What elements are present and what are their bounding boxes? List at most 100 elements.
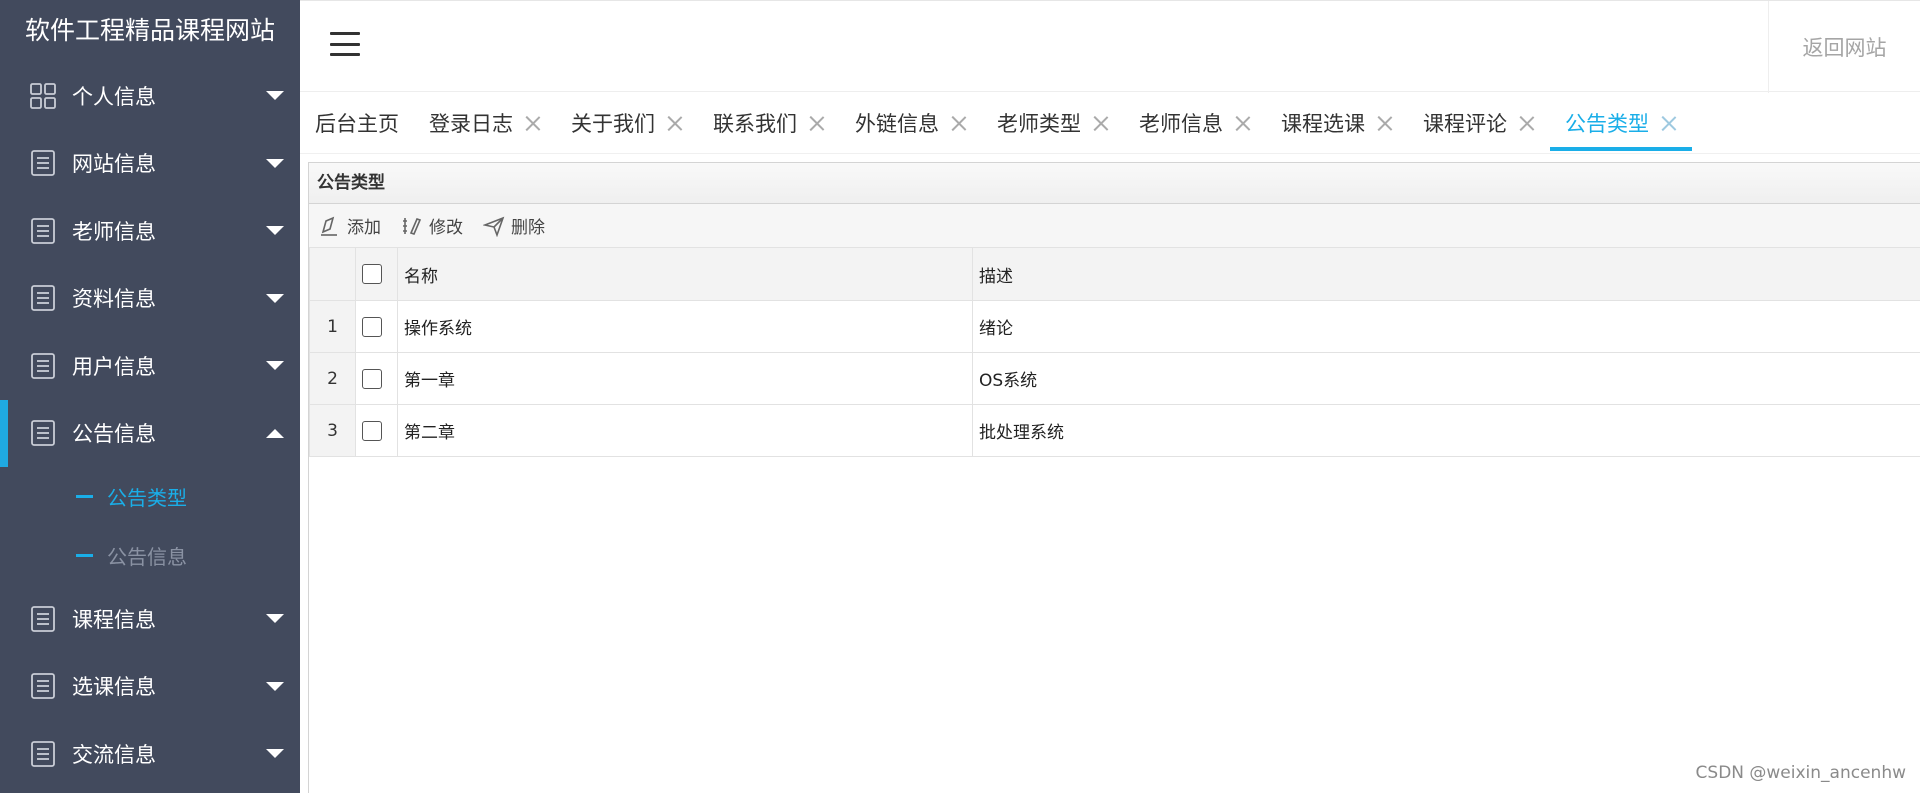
sidebar-item-label: 课程信息 [72, 607, 156, 632]
sidebar-subitem-announcement-type[interactable]: 公告类型 [0, 467, 300, 526]
row-checkbox[interactable] [362, 316, 382, 337]
tab-login-log[interactable]: 登录日志 [414, 92, 556, 153]
add-label: 添加 [347, 218, 381, 238]
top-header: 返回网站 [300, 0, 1920, 93]
close-icon[interactable] [951, 115, 967, 131]
row-checkbox-cell [355, 404, 398, 457]
select-all-cell [355, 247, 398, 301]
sidebar-item-website[interactable]: 网站信息 [0, 130, 300, 198]
sidebar-item-label: 公告信息 [72, 422, 156, 447]
sidebar-subitem-announcement-info[interactable]: 公告信息 [0, 526, 300, 585]
delete-label: 删除 [511, 218, 545, 238]
tab-label: 后台主页 [315, 111, 399, 136]
caret-up-icon [266, 428, 284, 438]
sidebar-item-personal[interactable]: 个人信息 [0, 62, 300, 130]
close-icon[interactable] [1661, 115, 1677, 131]
sidebar-item-enrollment[interactable]: 选课信息 [0, 653, 300, 721]
grid-icon [30, 82, 56, 109]
toolbar: 添加 修改 删除 [309, 204, 1920, 247]
sidebar: 软件工程精品课程网站 个人信息 网站信息 老师信息 资料信息 用户信息 公告信息… [0, 0, 300, 793]
cell-name: 操作系统 [397, 300, 973, 353]
tab-label: 关于我们 [571, 111, 655, 136]
close-icon[interactable] [525, 115, 541, 131]
sidebar-item-label: 用户信息 [72, 354, 156, 379]
row-checkbox-cell [355, 352, 398, 405]
list-icon [30, 605, 56, 632]
sidebar-item-label: 网站信息 [72, 152, 156, 177]
tab-contact-us[interactable]: 联系我们 [698, 92, 840, 153]
list-icon [30, 285, 56, 312]
panel-title: 公告类型 [309, 163, 1920, 204]
data-table: 名称 描述 1 操作系统 绪论 2 第一章 OS系统 3 第二章 批处理系统 [309, 247, 1920, 457]
edit-label: 修改 [429, 218, 463, 238]
row-checkbox[interactable] [362, 368, 382, 389]
tab-external-links[interactable]: 外链信息 [840, 92, 982, 153]
caret-down-icon [266, 749, 284, 759]
sidebar-item-courses[interactable]: 课程信息 [0, 585, 300, 653]
caret-down-icon [266, 226, 284, 236]
close-icon[interactable] [1235, 115, 1251, 131]
tab-about-us[interactable]: 关于我们 [556, 92, 698, 153]
table-row[interactable]: 3 第二章 批处理系统 [309, 404, 1920, 457]
tab-label: 公告类型 [1565, 111, 1649, 136]
close-icon[interactable] [1377, 115, 1393, 131]
sidebar-subitem-label: 公告类型 [107, 486, 187, 510]
sidebar-item-teacher[interactable]: 老师信息 [0, 197, 300, 265]
paper-plane-icon [483, 215, 505, 237]
list-icon [30, 352, 56, 379]
watermark: CSDN @weixin_ancenhw [1695, 763, 1906, 783]
sidebar-item-label: 选课信息 [72, 675, 156, 700]
row-number: 2 [309, 352, 356, 405]
table-row[interactable]: 1 操作系统 绪论 [309, 300, 1920, 353]
edit-icon [401, 215, 423, 237]
cell-desc: 批处理系统 [972, 404, 1920, 457]
list-icon [30, 217, 56, 244]
table-row[interactable]: 2 第一章 OS系统 [309, 352, 1920, 405]
column-header-desc[interactable]: 描述 [972, 247, 1920, 301]
select-all-checkbox[interactable] [362, 264, 382, 284]
back-to-website-link[interactable]: 返回网站 [1768, 1, 1920, 93]
close-icon[interactable] [667, 115, 683, 131]
tab-label: 课程选课 [1281, 111, 1365, 136]
caret-down-icon [266, 614, 284, 624]
tab-label: 外链信息 [855, 111, 939, 136]
row-checkbox[interactable] [362, 420, 382, 441]
add-button[interactable]: 添加 [319, 213, 381, 238]
sidebar-item-communication[interactable]: 交流信息 [0, 720, 300, 788]
sidebar-subitem-label: 公告信息 [107, 545, 187, 569]
column-header-name[interactable]: 名称 [397, 247, 973, 301]
caret-down-icon [266, 293, 284, 303]
caret-down-icon [266, 158, 284, 168]
tab-course-review[interactable]: 课程评论 [1408, 92, 1550, 153]
app-title: 软件工程精品课程网站 [24, 16, 275, 45]
tab-course-selection[interactable]: 课程选课 [1266, 92, 1408, 153]
sidebar-item-label: 老师信息 [72, 219, 156, 244]
tab-label: 登录日志 [429, 111, 513, 136]
sidebar-item-label: 资料信息 [72, 287, 156, 312]
hamburger-menu-icon[interactable] [328, 29, 362, 59]
list-icon [30, 150, 56, 177]
caret-down-icon [266, 361, 284, 371]
sidebar-item-users[interactable]: 用户信息 [0, 332, 300, 400]
cell-desc: 绪论 [972, 300, 1920, 353]
row-checkbox-cell [355, 300, 398, 353]
app-root: 软件工程精品课程网站 个人信息 网站信息 老师信息 资料信息 用户信息 公告信息… [0, 0, 1920, 793]
tab-label: 课程评论 [1423, 111, 1507, 136]
row-number: 1 [309, 300, 356, 353]
delete-button[interactable]: 删除 [483, 213, 545, 238]
close-icon[interactable] [1519, 115, 1535, 131]
close-icon[interactable] [1093, 115, 1109, 131]
pencil-icon [319, 215, 341, 237]
tab-label: 老师类型 [997, 111, 1081, 136]
tab-announcement-type[interactable]: 公告类型 [1550, 92, 1692, 153]
tab-label: 老师信息 [1139, 111, 1223, 136]
tab-teacher-type[interactable]: 老师类型 [982, 92, 1124, 153]
cell-desc: OS系统 [972, 352, 1920, 405]
sidebar-item-announcements[interactable]: 公告信息 [0, 399, 300, 468]
tab-teacher-info[interactable]: 老师信息 [1124, 92, 1266, 153]
tab-dashboard[interactable]: 后台主页 [300, 92, 414, 153]
close-icon[interactable] [809, 115, 825, 131]
sidebar-item-materials[interactable]: 资料信息 [0, 265, 300, 333]
sidebar-item-label: 交流信息 [72, 742, 156, 767]
edit-button[interactable]: 修改 [401, 213, 463, 238]
